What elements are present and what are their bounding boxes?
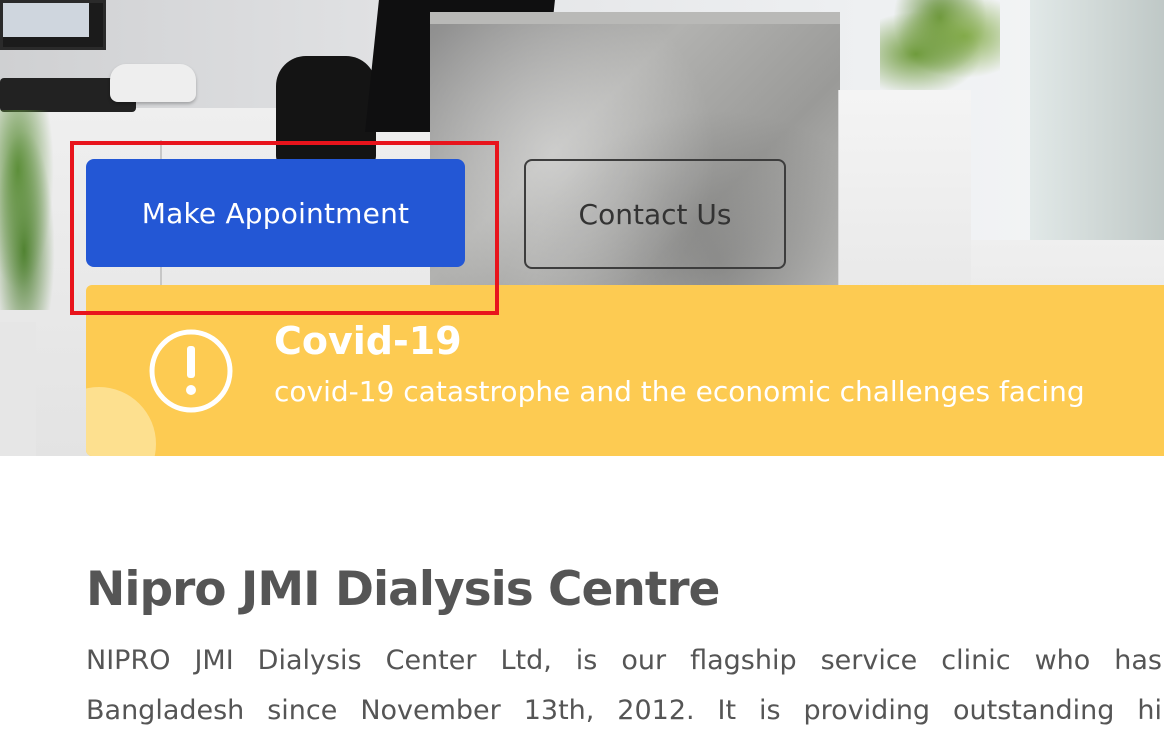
covid-text: covid-19 catastrophe and the economic ch…: [274, 375, 1085, 408]
hero-background-plant: [880, 0, 1000, 90]
hero-background-monitor: [0, 0, 106, 50]
hero-background-monitor-screen: [3, 3, 89, 37]
hero-background-glass-door: [1030, 0, 1164, 240]
about-paragraph: NIPRO JMI Dialysis Center Ltd, is our fl…: [86, 636, 1162, 736]
about-paragraph-line-2: Bangladesh since November 13th, 2012. It…: [86, 695, 1162, 726]
covid-title: Covid-19: [274, 319, 462, 363]
hero-background-cabinet: [838, 90, 971, 290]
page-title: Nipro JMI Dialysis Centre: [86, 562, 720, 617]
hero-section: Make Appointment Contact Us Covid-19 cov…: [0, 0, 1164, 456]
hero-background-pot: [0, 322, 36, 456]
covid-banner-decor-circle: [86, 387, 156, 456]
covid-banner: Covid-19 covid-19 catastrophe and the ec…: [86, 285, 1164, 456]
hero-background-plant-left: [0, 110, 60, 310]
about-paragraph-line-1: NIPRO JMI Dialysis Center Ltd, is our fl…: [86, 645, 1162, 676]
hero-background-phone: [110, 64, 196, 102]
exclamation-circle-icon: [149, 329, 233, 413]
make-appointment-button[interactable]: Make Appointment: [86, 159, 465, 267]
hero-background-chair: [276, 56, 376, 166]
contact-us-button[interactable]: Contact Us: [524, 159, 786, 269]
